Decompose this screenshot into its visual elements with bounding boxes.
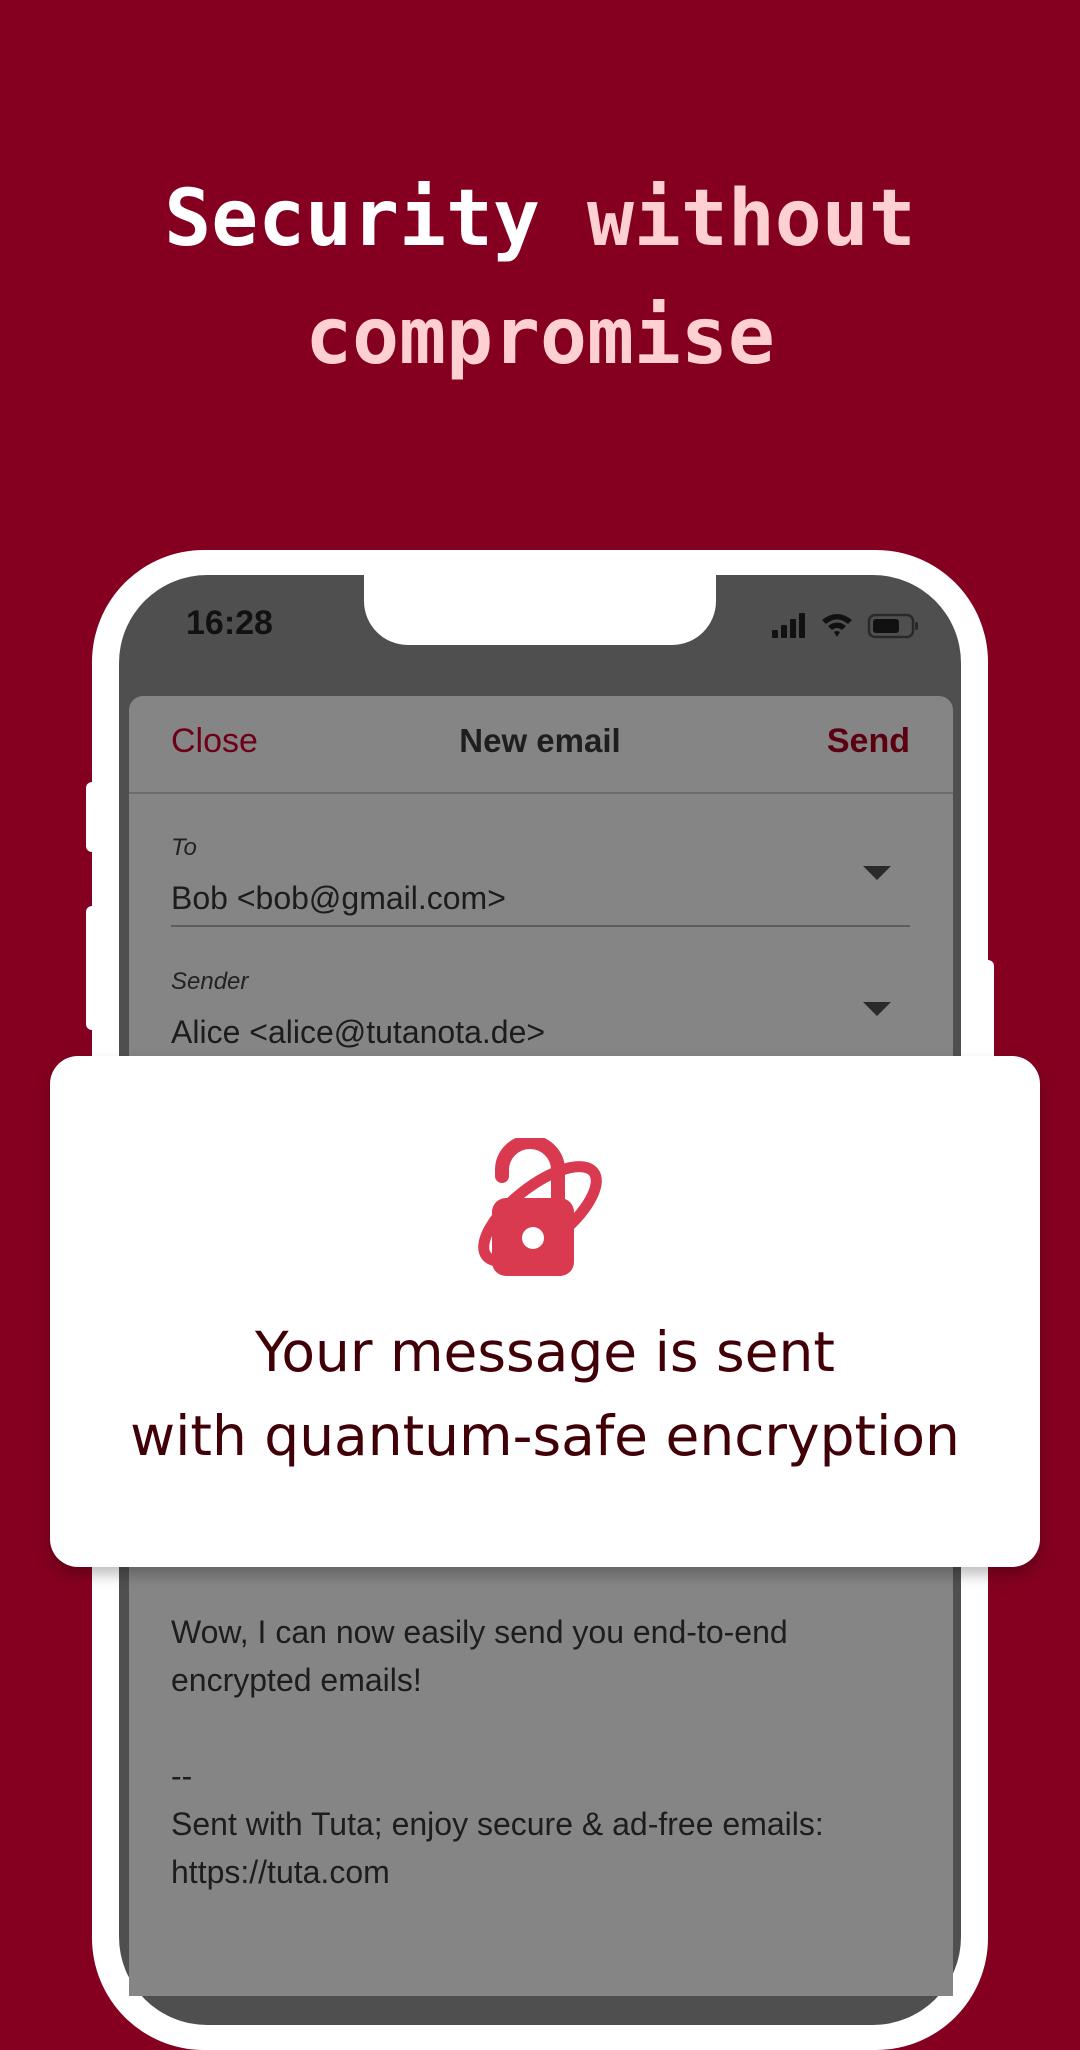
body-line: Wow, I can now easily send you end-to-en… [171,1614,788,1650]
headline-line-2: compromise [305,292,775,382]
to-label: To [171,834,197,861]
to-dropdown-icon[interactable] [863,866,891,880]
encryption-message-line-1: Your message is sent [255,1320,835,1384]
body-line [171,1704,931,1752]
body-line: -- [171,1758,193,1794]
headline-accent-text: without [586,174,916,264]
status-icons [772,613,918,639]
headline: Security without compromise [0,160,1080,396]
to-field-underline [171,925,910,927]
status-time: 16:28 [186,604,273,642]
signal-icon [772,613,805,638]
close-button[interactable]: Close [171,722,258,761]
encryption-message-line-2: with quantum-safe encryption [130,1404,960,1468]
to-field[interactable]: Bob <bob@gmail.com> [171,880,506,917]
body-line: Sent with Tuta; enjoy secure & ad-free e… [171,1806,824,1842]
sender-dropdown-icon[interactable] [863,1002,891,1016]
headline-white-text: Security [164,174,540,264]
wifi-icon [822,614,852,637]
body-line: https://tuta.com [171,1854,390,1890]
sender-field[interactable]: Alice <alice@tutanota.de> [171,1014,545,1051]
send-button[interactable]: Send [827,722,910,761]
battery-icon [867,613,918,639]
phone-notch [364,575,716,645]
headline-line-1: Security without [0,160,1080,278]
encryption-message: Your message is sent with quantum-safe e… [50,1310,1040,1478]
quantum-lock-icon [478,1138,602,1276]
email-title: New email [459,722,621,759]
sender-label: Sender [171,968,249,995]
body-line: encrypted emails! [171,1662,422,1698]
email-body[interactable]: Wow, I can now easily send you end-to-en… [171,1608,931,1896]
